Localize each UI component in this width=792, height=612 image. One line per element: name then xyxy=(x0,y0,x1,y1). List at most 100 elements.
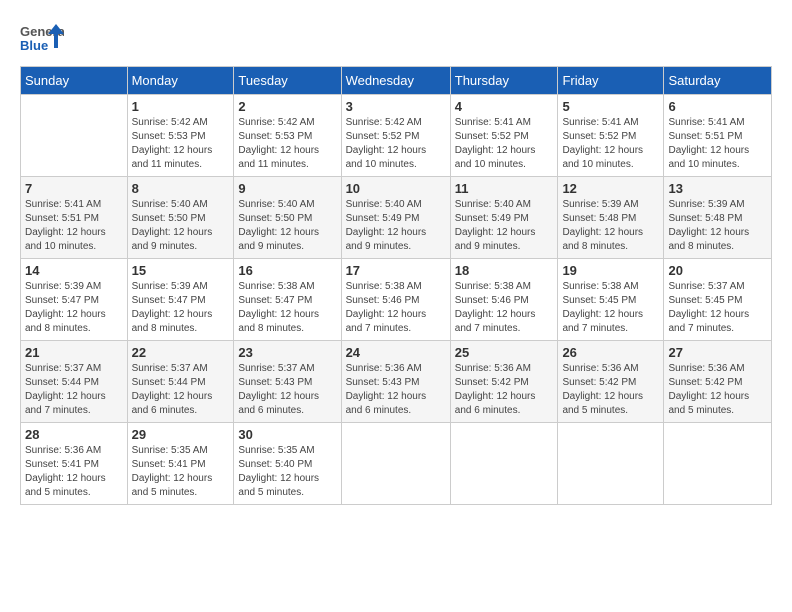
day-number: 24 xyxy=(346,345,446,360)
calendar-cell xyxy=(341,423,450,505)
day-number: 26 xyxy=(562,345,659,360)
day-number: 4 xyxy=(455,99,554,114)
calendar-cell: 27 Sunrise: 5:36 AM Sunset: 5:42 PM Dayli… xyxy=(664,341,772,423)
day-number: 21 xyxy=(25,345,123,360)
header-section: General Blue xyxy=(20,20,772,56)
day-info: Sunrise: 5:42 AM Sunset: 5:53 PM Dayligh… xyxy=(238,116,336,172)
calendar-table: SundayMondayTuesdayWednesdayThursdayFrid… xyxy=(20,66,772,505)
day-info: Sunrise: 5:40 AM Sunset: 5:50 PM Dayligh… xyxy=(132,198,230,254)
day-number: 13 xyxy=(668,181,767,196)
calendar-cell: 26 Sunrise: 5:36 AM Sunset: 5:42 PM Dayli… xyxy=(558,341,664,423)
calendar-week-row: 7 Sunrise: 5:41 AM Sunset: 5:51 PM Daylig… xyxy=(21,177,772,259)
column-header-wednesday: Wednesday xyxy=(341,67,450,95)
calendar-cell: 30 Sunrise: 5:35 AM Sunset: 5:40 PM Dayli… xyxy=(234,423,341,505)
calendar-cell: 23Sunrise: 5:37 AM Sunset: 5:43 PM Dayli… xyxy=(234,341,341,423)
day-number: 25 xyxy=(455,345,554,360)
logo: General Blue xyxy=(20,20,64,56)
calendar-cell: 12 Sunrise: 5:39 AM Sunset: 5:48 PM Dayli… xyxy=(558,177,664,259)
calendar-cell: 20 Sunrise: 5:37 AM Sunset: 5:45 PM Dayli… xyxy=(664,259,772,341)
day-info: Sunrise: 5:38 AM Sunset: 5:46 PM Dayligh… xyxy=(346,280,446,336)
calendar-cell: 9 Sunrise: 5:40 AM Sunset: 5:50 PM Daylig… xyxy=(234,177,341,259)
day-number: 6 xyxy=(668,99,767,114)
day-info: Sunrise: 5:36 AM Sunset: 5:42 PM Dayligh… xyxy=(562,362,659,418)
day-number: 16 xyxy=(238,263,336,278)
calendar-week-row: 28 Sunrise: 5:36 AM Sunset: 5:41 PM Dayli… xyxy=(21,423,772,505)
calendar-cell: 13 Sunrise: 5:39 AM Sunset: 5:48 PM Dayli… xyxy=(664,177,772,259)
day-number: 9 xyxy=(238,181,336,196)
calendar-cell xyxy=(21,95,128,177)
day-info: Sunrise: 5:37 AM Sunset: 5:44 PM Dayligh… xyxy=(25,362,123,418)
day-number: 2 xyxy=(238,99,336,114)
day-info: Sunrise: 5:36 AM Sunset: 5:42 PM Dayligh… xyxy=(455,362,554,418)
day-info: Sunrise: 5:41 AM Sunset: 5:51 PM Dayligh… xyxy=(25,198,123,254)
day-info: Sunrise: 5:42 AM Sunset: 5:52 PM Dayligh… xyxy=(346,116,446,172)
calendar-cell: 22 Sunrise: 5:37 AM Sunset: 5:44 PM Dayli… xyxy=(127,341,234,423)
day-number: 1 xyxy=(132,99,230,114)
calendar-cell: 6 Sunrise: 5:41 AM Sunset: 5:51 PM Daylig… xyxy=(664,95,772,177)
day-number: 28 xyxy=(25,427,123,442)
calendar-week-row: 1 Sunrise: 5:42 AM Sunset: 5:53 PM Daylig… xyxy=(21,95,772,177)
calendar-week-row: 21 Sunrise: 5:37 AM Sunset: 5:44 PM Dayli… xyxy=(21,341,772,423)
day-info: Sunrise: 5:37 AM Sunset: 5:44 PM Dayligh… xyxy=(132,362,230,418)
calendar-cell: 18 Sunrise: 5:38 AM Sunset: 5:46 PM Dayli… xyxy=(450,259,558,341)
day-number: 12 xyxy=(562,181,659,196)
calendar-cell: 14 Sunrise: 5:39 AM Sunset: 5:47 PM Dayli… xyxy=(21,259,128,341)
calendar-cell xyxy=(450,423,558,505)
calendar-cell xyxy=(558,423,664,505)
calendar-cell: 2 Sunrise: 5:42 AM Sunset: 5:53 PM Daylig… xyxy=(234,95,341,177)
calendar-cell xyxy=(664,423,772,505)
day-number: 22 xyxy=(132,345,230,360)
day-info: Sunrise: 5:35 AM Sunset: 5:40 PM Dayligh… xyxy=(238,444,336,500)
day-info: Sunrise: 5:41 AM Sunset: 5:52 PM Dayligh… xyxy=(455,116,554,172)
calendar-cell: 21 Sunrise: 5:37 AM Sunset: 5:44 PM Dayli… xyxy=(21,341,128,423)
day-info: Sunrise: 5:39 AM Sunset: 5:47 PM Dayligh… xyxy=(132,280,230,336)
calendar-cell: 28 Sunrise: 5:36 AM Sunset: 5:41 PM Dayli… xyxy=(21,423,128,505)
day-info: Sunrise: 5:39 AM Sunset: 5:48 PM Dayligh… xyxy=(668,198,767,254)
day-info: Sunrise: 5:36 AM Sunset: 5:41 PM Dayligh… xyxy=(25,444,123,500)
day-info: Sunrise: 5:41 AM Sunset: 5:51 PM Dayligh… xyxy=(668,116,767,172)
day-info: Sunrise: 5:37 AM Sunset: 5:43 PM Dayligh… xyxy=(238,362,336,418)
column-header-friday: Friday xyxy=(558,67,664,95)
calendar-cell: 1 Sunrise: 5:42 AM Sunset: 5:53 PM Daylig… xyxy=(127,95,234,177)
day-info: Sunrise: 5:36 AM Sunset: 5:42 PM Dayligh… xyxy=(668,362,767,418)
calendar-cell: 10 Sunrise: 5:40 AM Sunset: 5:49 PM Dayli… xyxy=(341,177,450,259)
day-info: Sunrise: 5:37 AM Sunset: 5:45 PM Dayligh… xyxy=(668,280,767,336)
day-info: Sunrise: 5:36 AM Sunset: 5:43 PM Dayligh… xyxy=(346,362,446,418)
day-number: 17 xyxy=(346,263,446,278)
day-number: 3 xyxy=(346,99,446,114)
day-info: Sunrise: 5:40 AM Sunset: 5:50 PM Dayligh… xyxy=(238,198,336,254)
logo-graphic: General Blue xyxy=(20,20,64,56)
calendar-week-row: 14 Sunrise: 5:39 AM Sunset: 5:47 PM Dayli… xyxy=(21,259,772,341)
calendar-cell: 19Sunrise: 5:38 AM Sunset: 5:45 PM Dayli… xyxy=(558,259,664,341)
calendar-header-row: SundayMondayTuesdayWednesdayThursdayFrid… xyxy=(21,67,772,95)
day-number: 29 xyxy=(132,427,230,442)
day-number: 10 xyxy=(346,181,446,196)
day-number: 19 xyxy=(562,263,659,278)
column-header-monday: Monday xyxy=(127,67,234,95)
day-info: Sunrise: 5:38 AM Sunset: 5:47 PM Dayligh… xyxy=(238,280,336,336)
calendar-cell: 7 Sunrise: 5:41 AM Sunset: 5:51 PM Daylig… xyxy=(21,177,128,259)
day-number: 14 xyxy=(25,263,123,278)
day-number: 30 xyxy=(238,427,336,442)
day-number: 18 xyxy=(455,263,554,278)
day-number: 20 xyxy=(668,263,767,278)
day-number: 27 xyxy=(668,345,767,360)
calendar-cell: 15Sunrise: 5:39 AM Sunset: 5:47 PM Dayli… xyxy=(127,259,234,341)
day-number: 7 xyxy=(25,181,123,196)
calendar-cell: 5 Sunrise: 5:41 AM Sunset: 5:52 PM Daylig… xyxy=(558,95,664,177)
day-info: Sunrise: 5:41 AM Sunset: 5:52 PM Dayligh… xyxy=(562,116,659,172)
day-number: 5 xyxy=(562,99,659,114)
day-info: Sunrise: 5:39 AM Sunset: 5:48 PM Dayligh… xyxy=(562,198,659,254)
day-info: Sunrise: 5:38 AM Sunset: 5:46 PM Dayligh… xyxy=(455,280,554,336)
day-info: Sunrise: 5:35 AM Sunset: 5:41 PM Dayligh… xyxy=(132,444,230,500)
day-info: Sunrise: 5:42 AM Sunset: 5:53 PM Dayligh… xyxy=(132,116,230,172)
day-info: Sunrise: 5:39 AM Sunset: 5:47 PM Dayligh… xyxy=(25,280,123,336)
calendar-cell: 17 Sunrise: 5:38 AM Sunset: 5:46 PM Dayli… xyxy=(341,259,450,341)
calendar-cell: 29 Sunrise: 5:35 AM Sunset: 5:41 PM Dayli… xyxy=(127,423,234,505)
calendar-cell: 8Sunrise: 5:40 AM Sunset: 5:50 PM Daylig… xyxy=(127,177,234,259)
column-header-saturday: Saturday xyxy=(664,67,772,95)
day-number: 11 xyxy=(455,181,554,196)
calendar-cell: 24 Sunrise: 5:36 AM Sunset: 5:43 PM Dayli… xyxy=(341,341,450,423)
svg-text:Blue: Blue xyxy=(20,38,48,53)
day-info: Sunrise: 5:40 AM Sunset: 5:49 PM Dayligh… xyxy=(346,198,446,254)
